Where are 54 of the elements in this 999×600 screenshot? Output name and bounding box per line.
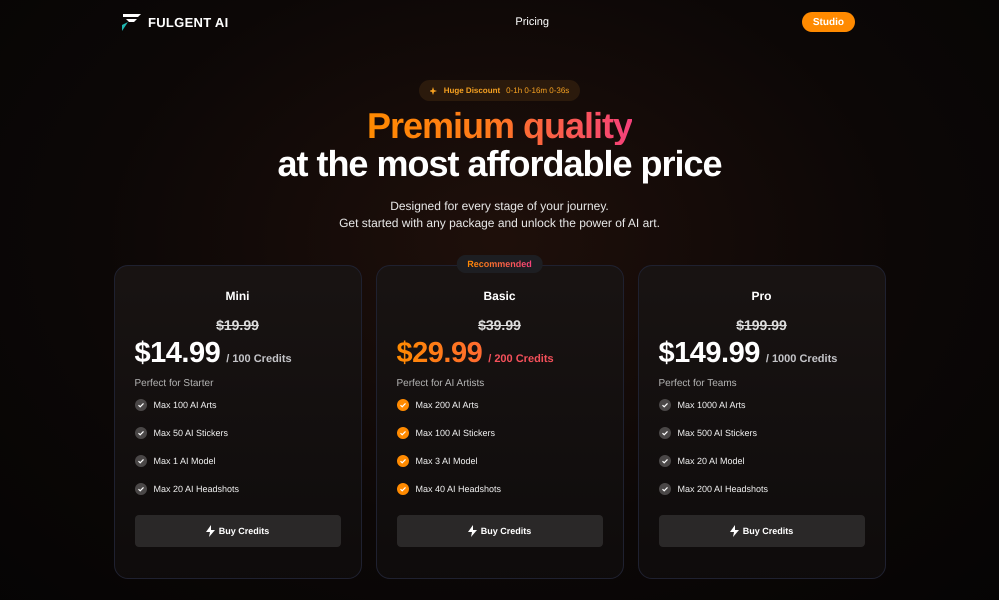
feature-text: Max 200 AI Headshots [678, 484, 768, 494]
check-icon [658, 427, 670, 439]
original-price: $39.99 [477, 317, 522, 333]
plan-name: Pro [750, 289, 772, 303]
feature-text: Max 20 AI Model [678, 456, 745, 466]
buy-credits-button[interactable]: Buy Credits [658, 515, 864, 547]
check-icon [134, 483, 146, 495]
buy-credits-button[interactable]: Buy Credits [396, 515, 602, 547]
countdown-timer: 0-1h 0-16m 0-36s [506, 86, 570, 95]
check-icon [658, 455, 670, 467]
sparkle-icon [430, 86, 438, 94]
lightning-icon [468, 525, 477, 537]
check-icon [396, 455, 408, 467]
feature-text: Max 1 AI Model [154, 456, 216, 466]
plan-name: Basic [482, 289, 517, 303]
check-icon [396, 399, 408, 411]
plan-price: $14.99 [134, 337, 220, 370]
credits-amount: / 100 Credits [226, 353, 292, 365]
check-icon [134, 427, 146, 439]
feature-text: Max 200 AI Arts [416, 400, 479, 410]
plan-tagline: Perfect for AI Artists [396, 378, 486, 389]
credits-amount: / 200 Credits [488, 353, 554, 365]
discount-label: Huge Discount [444, 86, 500, 95]
check-icon [658, 399, 670, 411]
feature-text: Max 100 AI Arts [154, 400, 217, 410]
feature-text: Max 100 AI Stickers [416, 428, 496, 438]
check-icon [396, 427, 408, 439]
feature-text: Max 40 AI Headshots [416, 484, 502, 494]
original-price: $19.99 [215, 317, 260, 333]
plan-tagline: Perfect for Starter [134, 378, 214, 389]
logo-icon [122, 13, 142, 31]
nav-link[interactable]: Pricing [515, 16, 550, 28]
feature-text: Max 3 AI Model [416, 456, 478, 466]
plan-tagline: Perfect for Teams [658, 378, 738, 389]
feature-text: Max 1000 AI Arts [678, 400, 746, 410]
plan-price: $149.99 [658, 337, 760, 370]
subtitle-text: Designed for every stage of your journey. [390, 199, 609, 213]
lightning-icon [206, 525, 215, 537]
credits-amount: / 1000 Credits [766, 353, 838, 365]
check-icon [134, 455, 146, 467]
subtitle-text: Get started with any package and unlock the power of AI art. [339, 216, 660, 230]
check-icon [396, 483, 408, 495]
plan-name: Mini [224, 289, 250, 303]
feature-text: Max 500 AI Stickers [678, 428, 758, 438]
original-price: $199.99 [735, 317, 788, 333]
brand-name: FULGENT AI [148, 14, 229, 30]
recommended-badge: Recommended [456, 255, 543, 273]
headline: at the most affordable price [277, 145, 722, 183]
feature-text: Max 20 AI Headshots [154, 484, 240, 494]
check-icon [134, 399, 146, 411]
feature-text: Max 50 AI Stickers [154, 428, 228, 438]
buy-credits-button[interactable]: Buy Credits [134, 515, 340, 547]
check-icon [658, 483, 670, 495]
lightning-icon [730, 525, 739, 537]
